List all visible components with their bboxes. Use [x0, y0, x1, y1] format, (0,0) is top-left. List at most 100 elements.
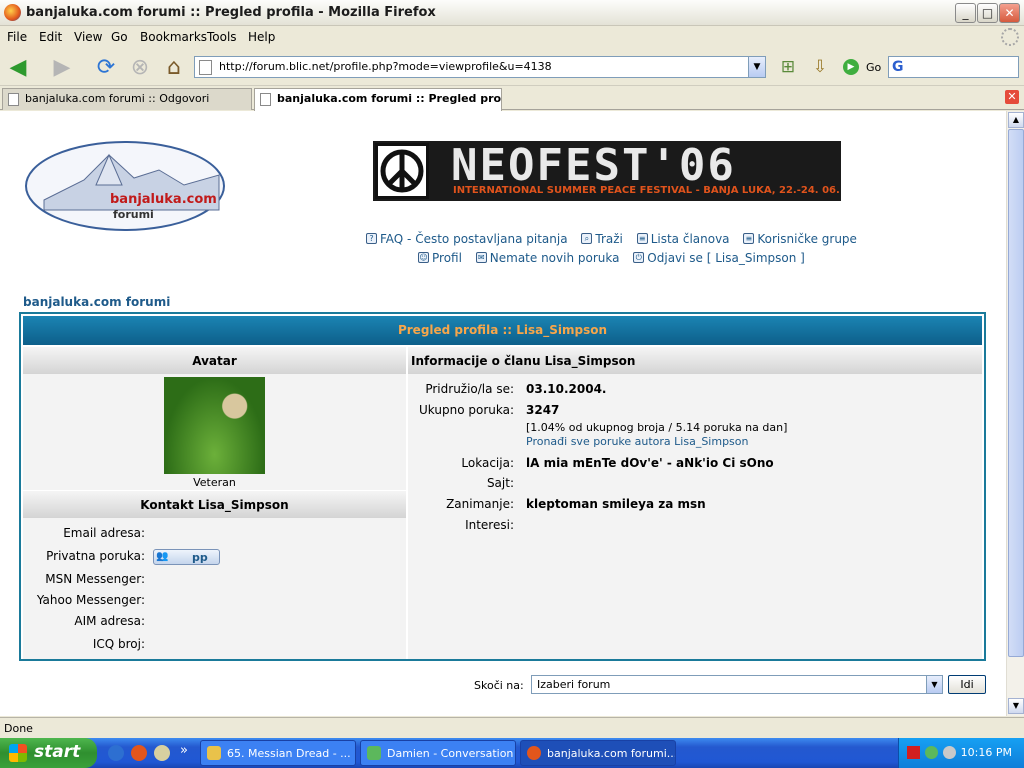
icq-label: ICQ broj: — [92, 637, 145, 651]
profile-table: Pregled profila :: Lisa_Simpson Avatar V… — [19, 312, 986, 661]
scroll-up-icon[interactable]: ▲ — [1008, 112, 1024, 128]
messenger-icon — [367, 746, 381, 760]
url-text: http://forum.blic.net/profile.php?mode=v… — [219, 60, 552, 73]
find-posts-link[interactable]: Pronađi sve poruke autora Lisa_Simpson — [526, 435, 749, 448]
info-header: Informacije o članu Lisa_Simpson — [408, 346, 982, 374]
close-tab-icon[interactable]: ✕ — [1005, 90, 1019, 104]
faq-icon: ? — [366, 233, 377, 244]
banner-title: NEOFEST'06 — [451, 141, 736, 191]
reload-button[interactable]: ⟳ — [92, 54, 120, 80]
yahoo-label: Yahoo Messenger: — [36, 593, 145, 607]
logout-link[interactable]: ⏻ Odjavi se [ Lisa_Simpson ] — [633, 251, 805, 265]
private-message-button[interactable]: 👥 pp — [153, 549, 220, 565]
go-button[interactable]: Go — [866, 61, 881, 74]
throbber-icon — [1001, 28, 1019, 46]
occupation-value: kleptoman smileya za msn — [526, 497, 706, 511]
messages-link[interactable]: ✉ Nemate novih poruka — [475, 251, 619, 265]
interests-label: Interesi: — [465, 518, 514, 532]
aim-label: AIM adresa: — [74, 614, 145, 628]
joined-value: 03.10.2004. — [526, 382, 607, 396]
vertical-scrollbar[interactable]: ▲ ▼ — [1006, 111, 1024, 716]
avatar — [164, 377, 265, 474]
scroll-thumb[interactable] — [1008, 129, 1024, 657]
ie-icon[interactable] — [108, 745, 124, 761]
menu-help[interactable]: Help — [248, 30, 275, 44]
search-icon: ⌕ — [581, 233, 593, 244]
task-messian-dread[interactable]: 65. Messian Dread - ... — [200, 740, 356, 766]
joined-label: Pridružio/la se: — [425, 382, 514, 396]
close-button[interactable]: ✕ — [999, 3, 1020, 23]
home-button[interactable]: ⌂ — [160, 54, 188, 80]
tab-pregled-profila[interactable]: banjaluka.com forumi :: Pregled profila — [254, 88, 502, 111]
status-bar: Done — [0, 717, 1024, 737]
jump-label: Skoči na: — [474, 679, 524, 692]
go-forum-button[interactable]: Idi — [948, 675, 986, 694]
groups-icon: ≡ — [743, 233, 755, 244]
firefox-icon[interactable] — [131, 745, 147, 761]
new-tab-button[interactable]: ⊞ — [774, 54, 802, 80]
reload-icon: ⟳ — [96, 54, 116, 80]
forum-index-link[interactable]: banjaluka.com forumi — [23, 295, 170, 309]
scroll-down-icon[interactable]: ▼ — [1008, 698, 1024, 714]
posts-label: Ukupno poruka: — [419, 403, 514, 417]
downloads-button[interactable]: ⇩ — [806, 54, 834, 80]
pm-row: Privatna poruka: 👥 pp — [23, 549, 406, 567]
winamp-icon — [207, 746, 221, 760]
location-value: lA mia mEnTe dOv'e' - aNk'io Ci sOno — [526, 456, 774, 470]
pm-label: Privatna poruka: — [46, 549, 145, 563]
forum-select[interactable]: Izaberi forum ▼ — [531, 675, 943, 694]
task-firefox-forum[interactable]: banjaluka.com forumi... — [520, 740, 676, 766]
stop-button[interactable]: ⊗ — [126, 54, 154, 80]
media-icon[interactable] — [154, 745, 170, 761]
chevron-down-icon[interactable]: ▼ — [926, 676, 942, 693]
address-bar[interactable]: http://forum.blic.net/profile.php?mode=v… — [194, 56, 766, 78]
firefox-icon — [527, 746, 541, 760]
neofest-banner[interactable]: NEOFEST'06 INTERNATIONAL SUMMER PEACE FE… — [373, 141, 841, 201]
right-column: Informacije o članu Lisa_Simpson Pridruž… — [408, 346, 982, 659]
search-box[interactable]: G — [888, 56, 1019, 78]
tab-odgovori[interactable]: banjaluka.com forumi :: Odgovori — [2, 88, 252, 110]
members-icon: ≡ — [636, 233, 648, 244]
start-button[interactable]: start — [0, 738, 97, 768]
address-dropdown-button[interactable]: ▼ — [748, 57, 765, 77]
messenger-tray-icon[interactable] — [925, 746, 938, 759]
antivirus-icon[interactable] — [907, 746, 920, 759]
maximize-button[interactable]: □ — [977, 3, 998, 23]
search-link[interactable]: ⌕ Traži — [581, 232, 623, 246]
forward-button[interactable]: ▶ — [48, 54, 76, 80]
website-label: Sajt: — [486, 476, 514, 490]
back-arrow-icon: ◀ — [9, 54, 27, 80]
groups-link[interactable]: ≡ Korisničke grupe — [743, 232, 857, 246]
menu-tools[interactable]: Tools — [207, 30, 237, 44]
logout-icon: ⏻ — [633, 252, 645, 263]
menu-file[interactable]: File — [7, 30, 27, 44]
menu-bar: File Edit View Go Bookmarks Tools Help — [0, 27, 1024, 47]
posts-stats: [1.04% od ukupnog broja / 5.14 poruka na… — [526, 421, 788, 434]
profile-icon: ☺ — [418, 252, 429, 263]
tab-bar: banjaluka.com forumi :: Odgovori banjalu… — [0, 86, 1024, 111]
volume-icon[interactable] — [943, 746, 956, 759]
left-column: Avatar Veteran Kontakt Lisa_Simpson Emai… — [23, 346, 406, 659]
contact-header: Kontakt Lisa_Simpson — [23, 490, 406, 518]
members-link[interactable]: ≡ Lista članova — [636, 232, 730, 246]
logo-text: banjaluka.com — [110, 192, 217, 207]
minimize-button[interactable]: _ — [955, 3, 976, 23]
page-icon — [260, 93, 271, 106]
location-label: Lokacija: — [461, 456, 514, 470]
home-icon: ⌂ — [167, 54, 181, 80]
title-bar: banjaluka.com forumi :: Pregled profila … — [0, 0, 1024, 26]
forum-select-value: Izaberi forum — [537, 678, 611, 691]
messages-icon: ✉ — [475, 252, 487, 263]
menu-go[interactable]: Go — [111, 30, 128, 44]
menu-bookmarks[interactable]: Bookmarks — [140, 30, 207, 44]
faq-link[interactable]: ? FAQ - Često postavljana pitanja — [366, 232, 568, 246]
task-damien-conversation[interactable]: Damien - Conversation — [360, 740, 516, 766]
tab-label: banjaluka.com forumi :: Odgovori — [25, 92, 210, 105]
back-button[interactable]: ◀ — [4, 54, 32, 80]
go-icon[interactable]: ▶ — [843, 59, 859, 75]
clock: 10:16 PM — [960, 746, 1012, 759]
quicklaunch-expand-icon[interactable]: » — [180, 743, 188, 758]
menu-edit[interactable]: Edit — [39, 30, 62, 44]
profile-link[interactable]: ☺ Profil — [418, 251, 462, 265]
menu-view[interactable]: View — [74, 30, 102, 44]
